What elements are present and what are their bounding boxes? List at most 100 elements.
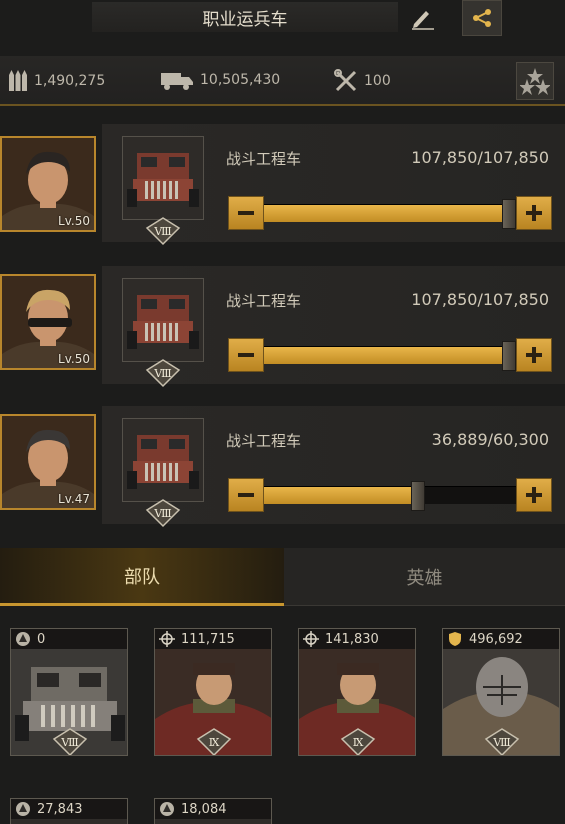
star-rank-button[interactable] <box>516 62 554 100</box>
svg-text:Ⅷ: Ⅷ <box>153 367 171 380</box>
troop-count: 107,850/107,850 <box>411 290 549 309</box>
svg-text:Ⅷ: Ⅷ <box>60 736 78 749</box>
svg-text:Ⅸ: Ⅸ <box>353 736 364 749</box>
hero-level: Lv.50 <box>58 214 90 228</box>
increase-button[interactable] <box>516 478 552 512</box>
minus-icon <box>238 211 254 215</box>
rank-badge-icon: Ⅷ <box>145 499 181 528</box>
troop-rank-badge: Ⅸ <box>196 727 232 755</box>
resource-stats-bar: 1,490,275 10,505,430 100 <box>0 56 565 106</box>
troop-card-header: 141,830 <box>299 629 415 649</box>
troop-card-header: 18,084 <box>155 799 271 819</box>
svg-text:Ⅷ: Ⅷ <box>153 225 171 238</box>
vehicle-select-button[interactable] <box>122 418 204 502</box>
vehicle-value: 10,505,430 <box>200 72 281 88</box>
slider-fill <box>264 487 418 504</box>
stars-icon <box>520 68 550 95</box>
troop-card-header: 0 <box>11 629 127 649</box>
increase-button[interactable] <box>516 196 552 230</box>
troop-value: 111,715 <box>181 631 235 647</box>
ammo-value: 1,490,275 <box>34 73 106 89</box>
vehicle-stat: 10,505,430 <box>160 69 280 91</box>
troop-card-header: 496,692 <box>443 629 559 649</box>
plus-icon <box>526 347 542 363</box>
vehicle-rank-badge: Ⅷ <box>145 358 181 388</box>
vehicle-select-button[interactable] <box>122 136 204 220</box>
share-button[interactable] <box>462 0 502 36</box>
vehicle-rank-badge: Ⅷ <box>145 216 181 246</box>
crosshair-icon <box>159 631 175 647</box>
hero-level: Lv.47 <box>58 492 90 506</box>
troop-value: 0 <box>37 631 46 647</box>
vehicle-type-icon <box>16 802 30 816</box>
minus-icon <box>238 493 254 497</box>
troop-card[interactable]: 111,715 Ⅸ <box>154 628 272 756</box>
decrease-button[interactable] <box>228 196 264 230</box>
tools-value: 100 <box>364 73 391 89</box>
hero-avatar-button[interactable]: Lv.50 <box>0 136 96 232</box>
troop-card-header: 27,843 <box>11 799 127 819</box>
rank-badge-icon: Ⅷ <box>145 217 181 246</box>
shield-icon <box>449 632 461 646</box>
vehicle-name: 战斗工程车 <box>226 432 302 450</box>
edit-title-button[interactable] <box>404 2 440 34</box>
share-icon <box>473 9 491 27</box>
hero-avatar-button[interactable]: Lv.50 <box>0 274 96 370</box>
troop-card[interactable]: 0 Ⅷ <box>10 628 128 756</box>
troop-value: 496,692 <box>469 631 523 647</box>
troop-rank-badge: Ⅷ <box>484 727 520 755</box>
troop-value: 18,084 <box>181 801 227 817</box>
troop-slider[interactable] <box>264 199 516 229</box>
vehicle-rank-badge: Ⅷ <box>145 498 181 528</box>
troop-rank-badge: Ⅷ <box>52 727 88 755</box>
tab-troops[interactable]: 部队 <box>0 548 284 606</box>
troop-rank-badge: Ⅸ <box>340 727 376 755</box>
troop-card[interactable]: 496,692 Ⅷ <box>442 628 560 756</box>
vehicle-name: 战斗工程车 <box>226 292 302 310</box>
troop-slot: Lv.50 Ⅷ 战斗工程车 107,850/107,850 <box>0 266 565 388</box>
plus-icon <box>526 487 542 503</box>
vehicle-name: 战斗工程车 <box>226 150 302 168</box>
combat-engineer-vehicle-image <box>123 137 203 219</box>
troop-card[interactable]: 141,830 Ⅸ <box>298 628 416 756</box>
troop-card[interactable]: 27,843 <box>10 798 128 824</box>
increase-button[interactable] <box>516 338 552 372</box>
rank-badge-icon: Ⅸ <box>196 728 232 755</box>
plus-icon <box>526 205 542 221</box>
troop-count: 36,889/60,300 <box>431 430 549 449</box>
vehicle-type-icon <box>160 802 174 816</box>
wrench-icon <box>334 69 357 92</box>
troop-count: 107,850/107,850 <box>411 148 549 167</box>
decrease-button[interactable] <box>228 478 264 512</box>
troop-card-header: 111,715 <box>155 629 271 649</box>
combat-engineer-vehicle-image <box>123 419 203 501</box>
troop-slider[interactable] <box>264 481 516 511</box>
rank-badge-icon: Ⅷ <box>484 728 520 755</box>
hero-avatar-button[interactable]: Lv.47 <box>0 414 96 510</box>
tools-stat: 100 <box>334 69 391 93</box>
svg-text:Ⅸ: Ⅸ <box>209 736 220 749</box>
ammo-stat: 1,490,275 <box>8 69 105 93</box>
troop-value: 27,843 <box>37 801 83 817</box>
vehicle-select-button[interactable] <box>122 278 204 362</box>
slider-fill <box>264 205 516 222</box>
troop-card[interactable]: 18,084 <box>154 798 272 824</box>
slider-thumb[interactable] <box>411 481 425 511</box>
minus-icon <box>238 353 254 357</box>
slider-thumb[interactable] <box>502 341 516 371</box>
combat-engineer-vehicle-image <box>123 279 203 361</box>
slider-fill <box>264 347 516 364</box>
tab-heroes[interactable]: 英雄 <box>284 548 565 606</box>
crosshair-icon <box>303 631 319 647</box>
rank-badge-icon: Ⅷ <box>52 728 88 755</box>
troop-slot: Lv.50 Ⅷ 战斗工程车 107,850/107,850 <box>0 124 565 246</box>
svg-text:Ⅷ: Ⅷ <box>492 736 510 749</box>
slider-thumb[interactable] <box>502 199 516 229</box>
vehicle-type-icon <box>16 632 30 646</box>
hero-level: Lv.50 <box>58 352 90 366</box>
troop-value: 141,830 <box>325 631 379 647</box>
page-title: 职业运兵车 <box>92 2 398 32</box>
troop-slider[interactable] <box>264 341 516 371</box>
decrease-button[interactable] <box>228 338 264 372</box>
ammo-icon <box>9 70 27 91</box>
